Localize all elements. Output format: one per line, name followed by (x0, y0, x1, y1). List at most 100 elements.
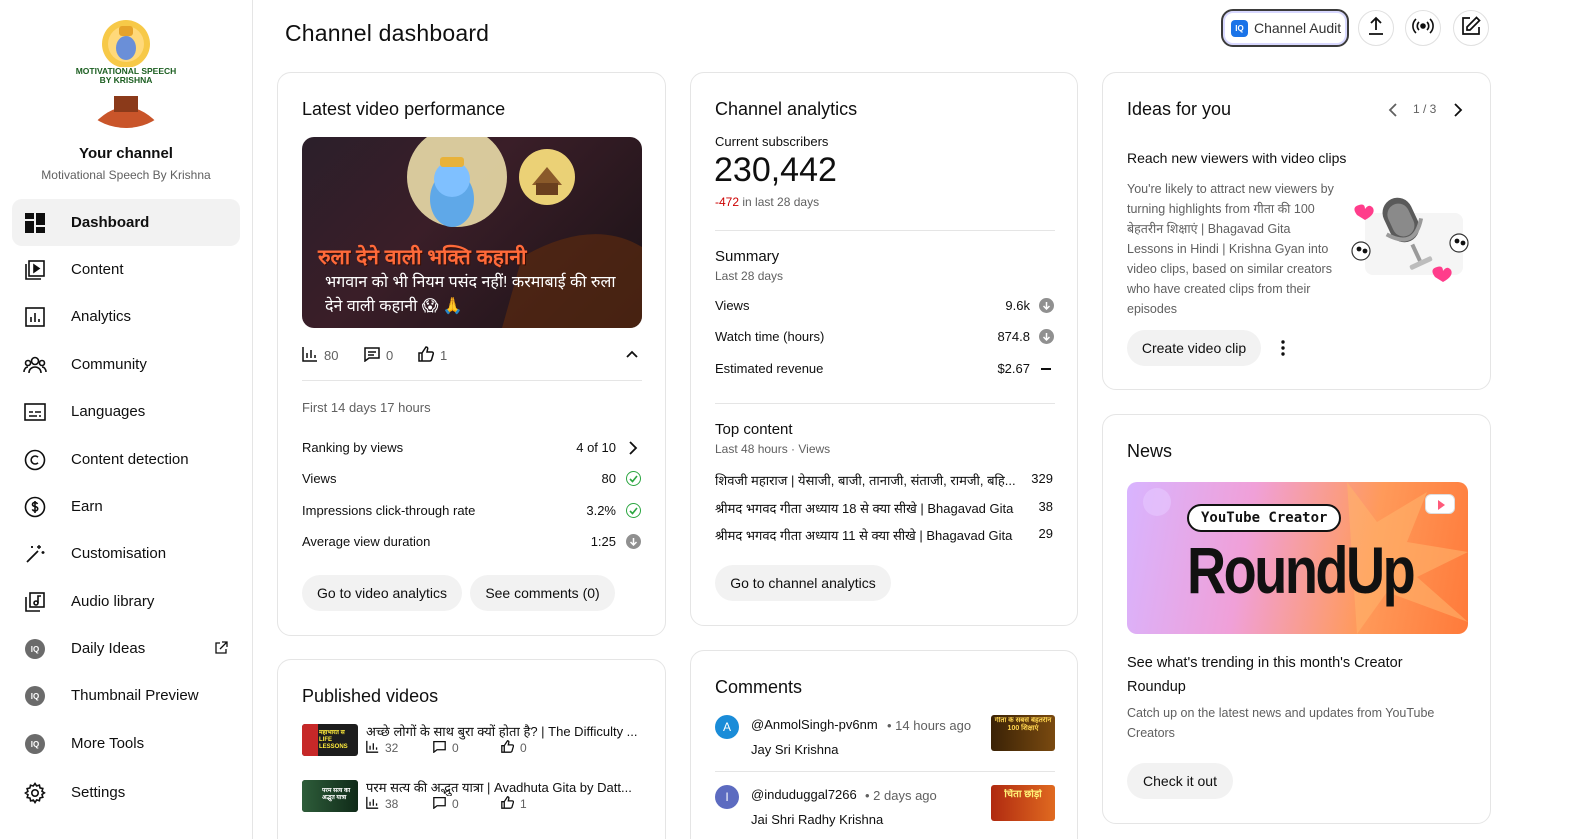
thumbnail-headline: रुला देने वाली भक्ति कहानी (318, 246, 527, 269)
avatar-text: MOTIVATIONAL SPEECH BY KRISHNA (75, 66, 177, 85)
thumbnail-text: चिंता छोड़ो (1004, 789, 1042, 800)
ideas-body: You're likely to attract new viewers by … (1127, 182, 1334, 316)
divider (715, 403, 1055, 404)
sidebar-item-analytics[interactable]: Analytics (12, 293, 240, 340)
channel-name: Motivational Speech By Krishna (41, 168, 211, 182)
published-video-thumbnail[interactable]: महाभारत से LIFE LESSONS (302, 724, 358, 756)
news-card: News YouTube Creator RoundUp See what's … (1102, 414, 1491, 824)
summary-views-value: 9.6k (1005, 298, 1030, 313)
comment-author[interactable]: @induduggal7266 (751, 787, 857, 802)
chevron-right-icon[interactable] (627, 441, 639, 460)
edit-icon (1461, 15, 1481, 41)
ctr-value: 3.2% (586, 503, 616, 518)
top-content-item[interactable]: श्रीमद भगवद गीता अध्याय 11 से क्या सीखे … (715, 526, 1015, 544)
news-body: Catch up on the latest news and updates … (1127, 706, 1435, 740)
sidebar-item-audio-library[interactable]: Audio library (12, 578, 240, 625)
sidebar-item-label: Daily Ideas (71, 640, 146, 657)
chevron-left-icon[interactable] (1387, 102, 1399, 123)
published-video-title[interactable]: परम सत्य की अद्भुत यात्रा | Avadhuta Git… (366, 778, 646, 796)
create-post-button[interactable] (1453, 10, 1489, 46)
check-it-out-button[interactable]: Check it out (1127, 763, 1233, 799)
upload-button[interactable] (1358, 10, 1394, 46)
sidebar-item-content-detection[interactable]: Content detection (12, 436, 240, 483)
subscribers-label: Current subscribers (715, 134, 829, 149)
summary-watch-time-value: 874.8 (997, 329, 1030, 344)
sidebar-item-label: Analytics (71, 308, 132, 325)
comment-video-thumbnail[interactable]: चिंता छोड़ो (991, 785, 1055, 821)
iq-icon: IQ (23, 732, 47, 756)
published-video-title[interactable]: अच्छे लोगों के साथ बुरा क्यों होता है? |… (366, 722, 646, 740)
sidebar-item-label: Dashboard (71, 214, 150, 231)
likes-stat: 1 (418, 346, 447, 365)
comments-stat: 0 (433, 740, 459, 756)
sidebar: MOTIVATIONAL SPEECH BY KRISHNA Your chan… (0, 0, 253, 839)
check-circle-icon (626, 503, 641, 518)
ideas-card: Ideas for you 1 / 3 Reach new viewers wi… (1102, 72, 1491, 390)
sidebar-item-community[interactable]: Community (12, 341, 240, 388)
metric-label: Views (302, 471, 337, 486)
card-title: Ideas for you (1127, 99, 1232, 119)
summary-label: Watch time (hours) (715, 329, 825, 344)
comment-icon (364, 346, 380, 365)
views-stat: 80 (302, 346, 338, 365)
published-video-thumbnail[interactable]: परम सत्य की अद्भुत यात्रा (302, 780, 358, 812)
comment-author[interactable]: @AnmolSingh-pv6nm (751, 717, 878, 732)
collapse-chevron-icon[interactable] (625, 347, 639, 366)
subscribers-change: -472 in last 28 days (715, 195, 819, 209)
card-title: Latest video performance (302, 99, 506, 119)
comments-stat: 0 (364, 346, 393, 365)
go-live-button[interactable] (1405, 10, 1441, 46)
iq-badge-icon: IQ (1231, 19, 1248, 37)
sidebar-item-label: Languages (71, 403, 146, 420)
card-title: News (1127, 441, 1173, 461)
sidebar-item-settings[interactable]: Settings (12, 769, 240, 816)
go-to-video-analytics-button[interactable]: Go to video analytics (302, 575, 462, 611)
summary-revenue-value: $2.67 (997, 361, 1030, 376)
comment-video-thumbnail[interactable]: गीता के सबसे बेहतरीन 100 शिक्षाएं (991, 715, 1055, 751)
sidebar-item-dashboard[interactable]: Dashboard (12, 199, 240, 246)
go-to-channel-analytics-button[interactable]: Go to channel analytics (715, 565, 891, 601)
channel-audit-label: Channel Audit (1254, 20, 1342, 36)
avd-value: 1:25 (590, 534, 616, 549)
see-comments-button[interactable]: See comments (0) (470, 575, 615, 611)
news-banner[interactable]: YouTube Creator RoundUp (1127, 482, 1468, 634)
top-content-item[interactable]: श्रीमद भगवद गीता अध्याय 18 से क्या सीखे … (715, 499, 1015, 517)
ideas-heading: Reach new viewers with video clips (1127, 150, 1347, 166)
thumbnail-text: परम सत्य की अद्भुत यात्रा (322, 788, 351, 801)
commenter-avatar[interactable]: I (715, 785, 739, 809)
thumbnail-text: गीता के सबसे बेहतरीन 100 शिक्षाएं (994, 717, 1052, 732)
sidebar-item-content[interactable]: Content (12, 246, 240, 293)
likes-count: 1 (520, 797, 527, 811)
thumbnail-caption: भगवान को भी नियम पसंद नहीं! करमाबाई की र… (325, 274, 616, 315)
comment-text: Jay Sri Krishna (751, 742, 839, 757)
comment-text: Jai Shri Radhy Krishna (751, 812, 884, 827)
news-heading: See what's trending in this month's Crea… (1127, 655, 1403, 695)
chevron-right-icon[interactable] (1452, 102, 1464, 123)
channel-analytics-card: Channel analytics Current subscribers 23… (690, 72, 1078, 626)
latest-video-thumbnail[interactable]: रुला देने वाली भक्ति कहानी भगवान को भी न… (302, 137, 642, 328)
sidebar-item-customisation[interactable]: Customisation (12, 530, 240, 577)
community-icon (23, 353, 47, 377)
sidebar-item-label: Content (71, 261, 124, 278)
likes-stat: 0 (501, 740, 527, 756)
comment-time: • 2 days ago (865, 788, 937, 803)
channel-audit-button[interactable]: IQ Channel Audit (1221, 9, 1349, 47)
sidebar-item-more-tools[interactable]: IQ More Tools (12, 720, 240, 767)
channel-avatar[interactable]: MOTIVATIONAL SPEECH BY KRISHNA (70, 16, 182, 128)
copyright-icon (23, 448, 47, 472)
more-vert-icon[interactable] (1280, 339, 1286, 357)
commenter-avatar[interactable]: A (715, 715, 739, 739)
create-video-clip-button[interactable]: Create video clip (1127, 330, 1261, 366)
sidebar-item-label: Community (71, 356, 147, 373)
sidebar-item-label: Content detection (71, 451, 189, 468)
arrow-down-circle-icon (1039, 298, 1054, 313)
magic-wand-icon (23, 542, 47, 566)
sidebar-item-languages[interactable]: Languages (12, 388, 240, 435)
sidebar-item-daily-ideas[interactable]: IQ Daily Ideas (12, 625, 240, 672)
sidebar-item-thumbnail-preview[interactable]: IQ Thumbnail Preview (12, 672, 240, 719)
top-content-item[interactable]: शिवजी महाराज | येसाजी, बाजी, तानाजी, संत… (715, 471, 1015, 489)
arrow-down-circle-icon (626, 534, 641, 549)
bar-chart-icon (366, 740, 379, 756)
sidebar-item-earn[interactable]: Earn (12, 483, 240, 530)
comment-icon (433, 740, 446, 756)
